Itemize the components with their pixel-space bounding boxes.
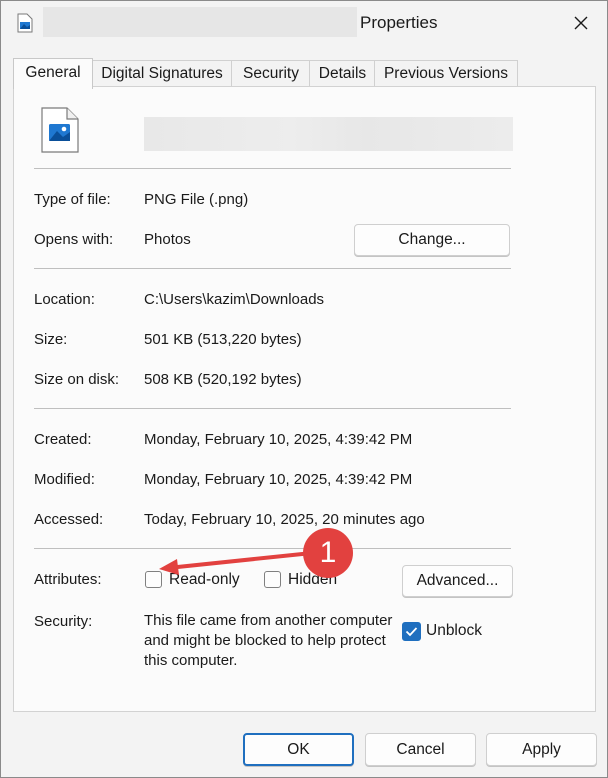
title-bar: Properties — [1, 1, 607, 45]
file-name-field[interactable] — [144, 117, 513, 151]
tab-details[interactable]: Details — [309, 60, 376, 87]
separator — [34, 408, 511, 409]
change-button[interactable]: Change... — [354, 224, 510, 256]
checkmark-icon — [405, 627, 418, 637]
security-label: Security: — [34, 613, 93, 630]
size-on-disk-value: 508 KB (520,192 bytes) — [144, 371, 302, 388]
image-file-icon — [17, 13, 33, 33]
read-only-label[interactable]: Read-only — [169, 571, 240, 589]
png-image-file-icon — [41, 107, 79, 153]
cancel-button[interactable]: Cancel — [365, 733, 476, 766]
modified-label: Modified: — [34, 471, 95, 488]
type-of-file-label: Type of file: — [34, 191, 111, 208]
separator — [34, 548, 511, 549]
modified-value: Monday, February 10, 2025, 4:39:42 PM — [144, 471, 413, 488]
tab-security[interactable]: Security — [231, 60, 311, 87]
tab-previous-versions[interactable]: Previous Versions — [374, 60, 518, 87]
accessed-label: Accessed: — [34, 511, 104, 528]
tab-general[interactable]: General — [13, 58, 93, 89]
close-icon — [574, 16, 588, 30]
location-value: C:\Users\kazim\Downloads — [144, 291, 325, 308]
type-of-file-value: PNG File (.png) — [144, 191, 249, 208]
separator — [34, 168, 511, 169]
accessed-value: Today, February 10, 2025, 20 minutes ago — [144, 511, 425, 528]
window-title: Properties — [360, 13, 438, 32]
hidden-checkbox[interactable] — [264, 571, 281, 588]
unblock-checkbox[interactable] — [402, 622, 421, 641]
separator — [34, 268, 511, 269]
close-button[interactable] — [561, 7, 601, 39]
created-value: Monday, February 10, 2025, 4:39:42 PM — [144, 431, 413, 448]
file-name-redacted — [43, 7, 357, 37]
opens-with-label: Opens with: — [34, 231, 114, 248]
created-label: Created: — [34, 431, 92, 448]
ok-button[interactable]: OK — [243, 733, 354, 766]
advanced-button[interactable]: Advanced... — [402, 565, 513, 597]
size-on-disk-label: Size on disk: — [34, 371, 120, 388]
read-only-checkbox[interactable] — [145, 571, 162, 588]
general-panel: Type of file: PNG File (.png) Opens with… — [13, 86, 596, 712]
unblock-label[interactable]: Unblock — [426, 622, 482, 640]
attributes-label: Attributes: — [34, 571, 102, 588]
properties-dialog: Properties General Digital Signatures Se… — [0, 0, 608, 778]
tab-digital-signatures[interactable]: Digital Signatures — [91, 60, 233, 87]
apply-button[interactable]: Apply — [486, 733, 597, 766]
opens-with-value: Photos — [144, 231, 191, 248]
annotation-badge: 1 — [303, 528, 353, 578]
location-label: Location: — [34, 291, 95, 308]
security-warning-text: This file came from another computer and… — [144, 612, 393, 669]
size-value: 501 KB (513,220 bytes) — [144, 331, 302, 348]
size-label: Size: — [34, 331, 68, 348]
